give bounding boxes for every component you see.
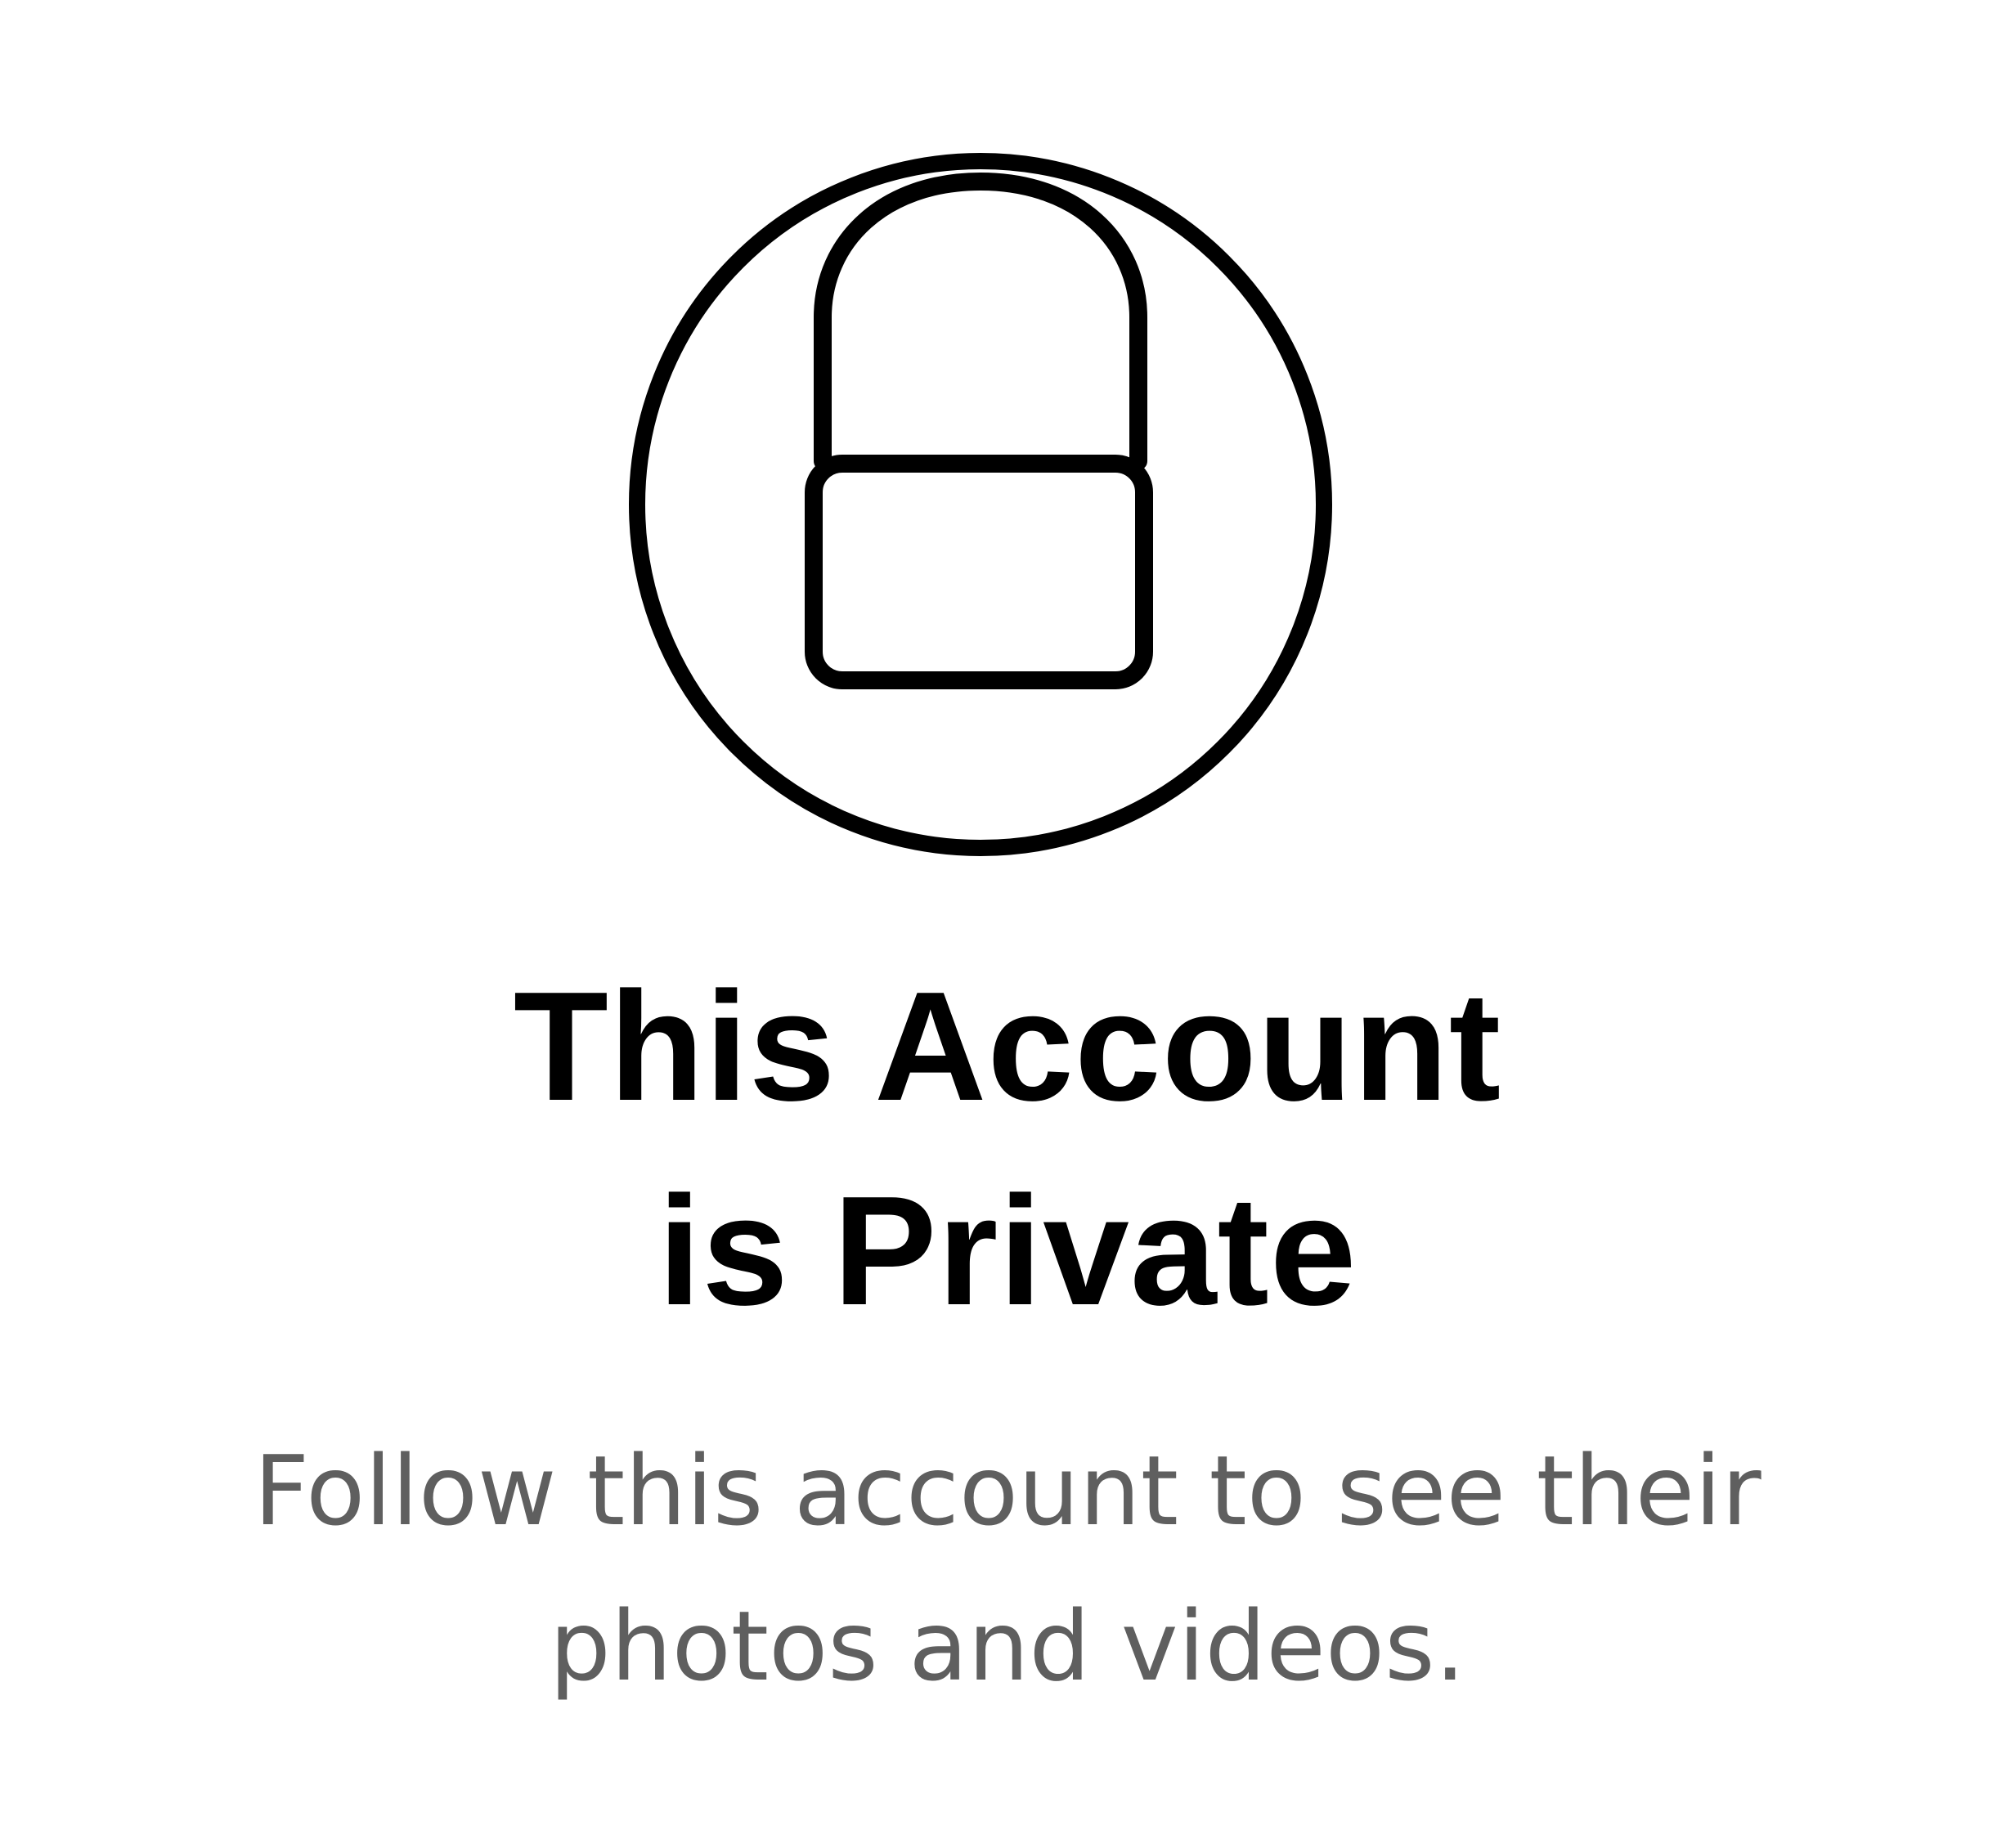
private-account-message: Follow this account to see their photos …	[190, 1413, 1825, 1724]
lock-icon	[628, 152, 1333, 857]
title-line-1: This Account	[513, 960, 1502, 1133]
message-line-2: photos and videos.	[549, 1590, 1466, 1702]
title-line-2: is Private	[657, 1164, 1358, 1338]
private-account-screen: This Account is Private Follow this acco…	[0, 0, 2015, 1848]
message-line-1: Follow this account to see their	[254, 1434, 1761, 1547]
private-account-title: This Account is Private	[190, 944, 1825, 1353]
